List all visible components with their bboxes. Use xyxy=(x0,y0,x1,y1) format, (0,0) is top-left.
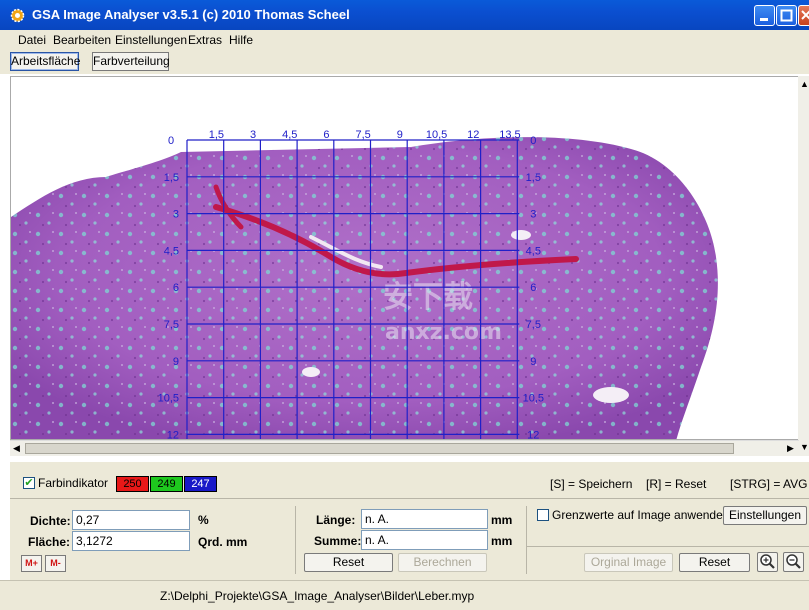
grid-top-label: 9 xyxy=(397,129,403,141)
menu-extras[interactable]: Extras xyxy=(188,33,222,47)
status-file-path: Z:\Delphi_Projekte\GSA_Image_Analyser\Bi… xyxy=(160,589,475,603)
grid-right-label: 4,5 xyxy=(526,245,541,257)
zoom-out-button[interactable] xyxy=(783,552,804,572)
laenge-label: Länge: xyxy=(316,513,356,527)
blue-value-box: 247 xyxy=(184,476,217,492)
grid-top-label: 3 xyxy=(250,129,256,141)
menu-bearbeiten[interactable]: Bearbeiten xyxy=(53,33,111,47)
flaeche-label: Fläche: xyxy=(28,535,71,549)
grid-left-label: 10,5 xyxy=(158,393,179,405)
hint-save: [S] = Speichern xyxy=(550,477,633,491)
grid-top-label: 13,5 xyxy=(499,129,520,141)
grid-left-label: 3 xyxy=(173,209,179,221)
grenzwerte-checkbox[interactable] xyxy=(537,509,549,521)
minimize-icon xyxy=(760,18,768,21)
white-lumen xyxy=(593,387,629,403)
grid-right-label: 6 xyxy=(530,282,536,294)
grid-top-label: 12 xyxy=(467,129,479,141)
zoom-in-icon xyxy=(760,554,775,569)
farbindikator-label: Farbindikator xyxy=(38,476,109,490)
flaeche-field[interactable]: 3,1272 xyxy=(72,531,190,551)
grid-left-label: 4,5 xyxy=(164,245,179,257)
window-title: GSA Image Analyser v3.5.1 (c) 2010 Thoma… xyxy=(32,7,350,22)
grid-top-label: 1,5 xyxy=(209,129,224,141)
dichte-label: Dichte: xyxy=(30,514,71,528)
grid-right-label: 12 xyxy=(527,429,539,440)
grid-top-label: 6 xyxy=(323,129,329,141)
hint-avg: [STRG] = AVG xyxy=(730,477,808,491)
status-bar: Z:\Delphi_Projekte\GSA_Image_Analyser\Bi… xyxy=(0,580,809,610)
red-value-box: 250 xyxy=(116,476,149,492)
vertical-scrollbar[interactable]: ▲ ▼ xyxy=(798,76,809,456)
white-lumen xyxy=(511,230,531,240)
memory-plus-button[interactable]: M+ xyxy=(21,555,42,572)
zoom-out-icon xyxy=(786,554,801,569)
berechnen-button[interactable]: Berechnen xyxy=(398,553,487,572)
summe-label: Summe: xyxy=(314,534,362,548)
section-divider xyxy=(295,506,296,574)
grid-left-label: 7,5 xyxy=(164,319,179,331)
title-bar: GSA Image Analyser v3.5.1 (c) 2010 Thoma… xyxy=(0,0,809,30)
reset-length-button[interactable]: Reset xyxy=(304,553,393,572)
grid-right-label: 9 xyxy=(530,356,536,368)
grid-right-label: 1,5 xyxy=(526,172,541,184)
green-value-box: 249 xyxy=(150,476,183,492)
section-divider xyxy=(526,506,527,574)
flaeche-unit: Qrd. mm xyxy=(198,535,248,549)
zoom-in-button[interactable] xyxy=(757,552,778,572)
grid-left-label: 12 xyxy=(167,429,179,440)
panel-divider xyxy=(10,498,809,499)
tissue-image-canvas: 安下载 anxz.com 0 1,5 3 4,5 6 7,5 9 10,5 12 13,5 01,5… xyxy=(11,129,718,440)
summe-field[interactable]: n. A. xyxy=(361,530,488,550)
minimize-button[interactable] xyxy=(754,5,775,26)
scroll-right-icon[interactable]: ▶ xyxy=(787,443,794,454)
panel-divider xyxy=(526,546,809,547)
grid-right-label: 3 xyxy=(530,209,536,221)
farbindikator-checkbox[interactable]: ✔ xyxy=(23,477,35,489)
menu-bar: Datei Bearbeiten Einstellungen Extras Hi… xyxy=(0,30,809,50)
grenzwerte-label: Grenzwerte auf Image anwenden xyxy=(552,508,730,522)
scroll-thumb[interactable] xyxy=(25,443,734,454)
measurement-panel: ✔ Farbindikator 250 249 247 [S] = Speich… xyxy=(10,462,809,580)
grid-top-label: 7,5 xyxy=(356,129,371,141)
scroll-down-icon[interactable]: ▼ xyxy=(800,442,809,452)
menu-hilfe[interactable]: Hilfe xyxy=(229,33,253,47)
menu-einstellungen[interactable]: Einstellungen xyxy=(115,33,187,47)
close-icon xyxy=(801,10,809,20)
grid-right-label: 10,5 xyxy=(523,393,544,405)
white-lumen xyxy=(302,367,320,377)
app-gear-icon xyxy=(10,8,25,23)
horizontal-scrollbar[interactable]: ◀ ▶ xyxy=(10,440,799,456)
grid-left-label: 1,5 xyxy=(164,172,179,184)
grid-left-label: 6 xyxy=(173,282,179,294)
toolbar: Arbeitsfläche Farbverteilung xyxy=(0,50,809,74)
grid-top-label: 4,5 xyxy=(282,129,297,141)
einstellungen-button[interactable]: Einstellungen xyxy=(723,506,807,525)
maximize-button[interactable] xyxy=(776,5,797,26)
tab-arbeitsflaeche[interactable]: Arbeitsfläche xyxy=(10,52,80,71)
original-image-button[interactable]: Orginal Image xyxy=(584,553,673,572)
tab-farbverteilung[interactable]: Farbverteilung xyxy=(92,52,170,71)
memory-minus-button[interactable]: M- xyxy=(45,555,66,572)
laenge-unit: mm xyxy=(491,513,513,527)
image-viewer[interactable]: 安下载 anxz.com 0 1,5 3 4,5 6 7,5 9 10,5 12 13,5 0 1,5… xyxy=(10,76,799,440)
dichte-field[interactable]: 0,27 xyxy=(72,510,190,530)
grid-top-label: 10,5 xyxy=(426,129,447,141)
dichte-unit: % xyxy=(198,513,209,527)
reset-image-button[interactable]: Reset xyxy=(679,553,750,572)
watermark-text: 安下载 xyxy=(383,280,473,315)
grid-right-label: 7,5 xyxy=(526,319,541,331)
scroll-left-icon[interactable]: ◀ xyxy=(13,443,20,454)
grid-top-label: 0 xyxy=(530,135,536,147)
summe-unit: mm xyxy=(491,534,513,548)
scroll-up-icon[interactable]: ▲ xyxy=(800,79,809,89)
close-button[interactable] xyxy=(798,5,809,26)
grid-top-label: 0 xyxy=(168,135,174,147)
hint-reset: [R] = Reset xyxy=(646,477,707,491)
laenge-field[interactable]: n. A. xyxy=(361,509,488,529)
grid-left-label: 9 xyxy=(173,356,179,368)
maximize-icon xyxy=(780,9,793,22)
menu-datei[interactable]: Datei xyxy=(18,33,46,47)
